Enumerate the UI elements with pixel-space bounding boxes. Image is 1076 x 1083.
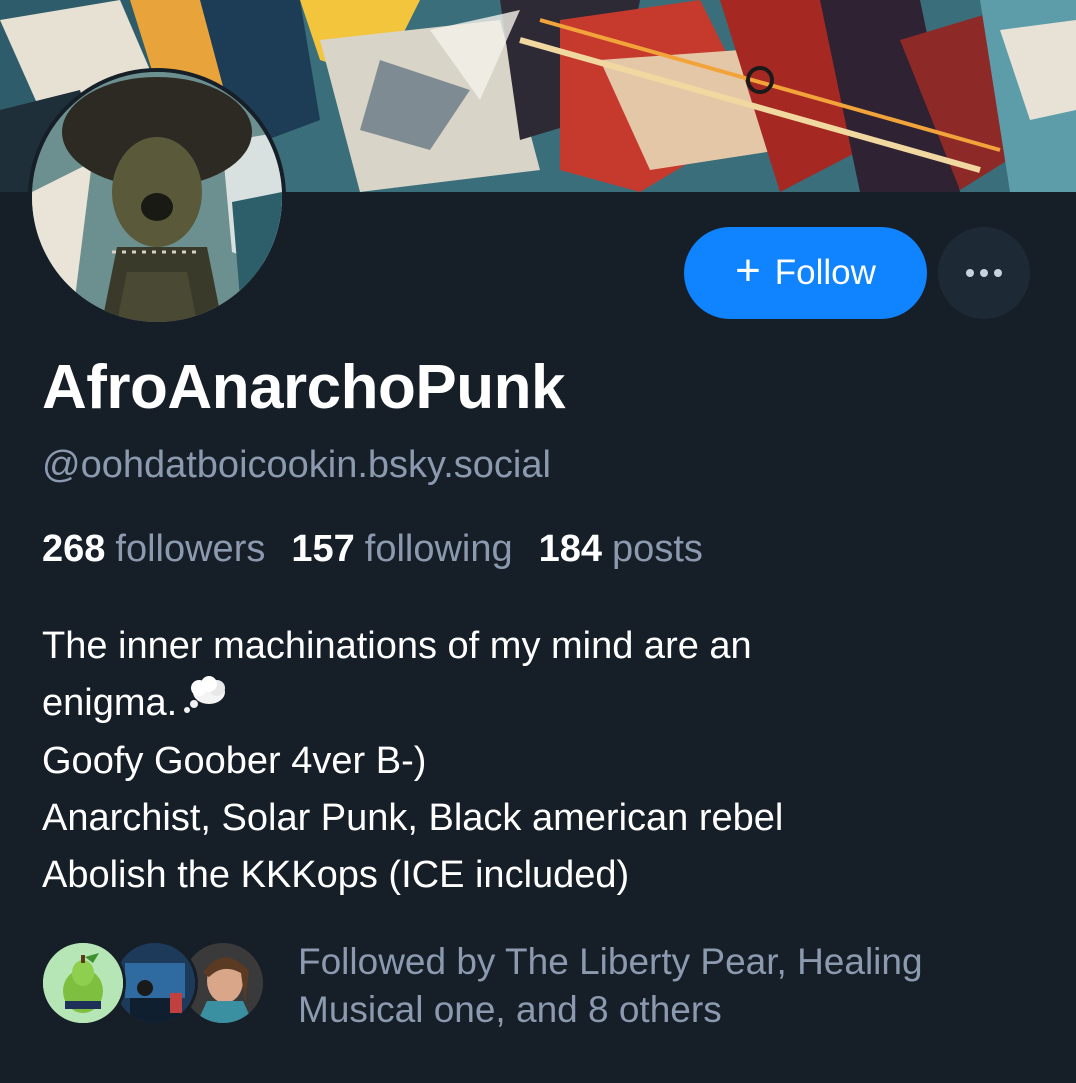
bio-line-4: Anarchist, Solar Punk, Black american re… <box>42 797 784 840</box>
followers-stat[interactable]: 268 followers <box>42 528 265 571</box>
followed-by-line-2: Musical one, and 8 others <box>298 989 722 1030</box>
profile-bio: The inner machinations of my mind are an… <box>42 618 1042 904</box>
ellipsis-dot <box>980 269 988 277</box>
posts-count: 184 <box>538 528 603 570</box>
display-name: AfroAnarchoPunk <box>42 353 565 422</box>
followed-by-text[interactable]: Followed by The Liberty Pear, Healing Mu… <box>298 938 998 1034</box>
followed-by-section[interactable]: Followed by The Liberty Pear, Healing Mu… <box>40 940 1040 1030</box>
ellipsis-icon <box>966 269 974 277</box>
profile-stats: 268 followers 157 following 184 posts <box>42 528 703 571</box>
follower-avatar <box>40 940 126 1026</box>
bio-line-3: Goofy Goober 4ver B-) <box>42 740 427 783</box>
followers-label: followers <box>115 528 266 570</box>
follow-button[interactable]: + Follow <box>684 227 927 319</box>
followed-by-line-1: Followed by The Liberty Pear, Healing <box>298 941 923 982</box>
thought-balloon-icon <box>181 676 227 733</box>
posts-label: posts <box>612 528 703 570</box>
following-count: 157 <box>291 528 355 570</box>
posts-stat: 184 posts <box>539 528 703 571</box>
profile-page: + Follow AfroAnarchoPunk @oohdatboicooki… <box>0 0 1076 1083</box>
bio-line-2-text: enigma. <box>42 682 178 724</box>
following-label: following <box>364 528 513 570</box>
follow-label: Follow <box>774 253 876 292</box>
followers-count: 268 <box>42 528 106 570</box>
bio-line-5: Abolish the KKKops (ICE included) <box>42 854 630 897</box>
bio-line-2: enigma. <box>42 675 1042 733</box>
plus-icon: + <box>735 246 761 295</box>
following-stat[interactable]: 157 following <box>291 528 512 571</box>
profile-handle: @oohdatboicookin.bsky.social <box>42 444 551 486</box>
profile-avatar[interactable] <box>28 68 286 326</box>
ellipsis-dot <box>994 269 1002 277</box>
bio-line-1: The inner machinations of my mind are an <box>42 625 752 667</box>
more-options-button[interactable] <box>938 227 1030 319</box>
